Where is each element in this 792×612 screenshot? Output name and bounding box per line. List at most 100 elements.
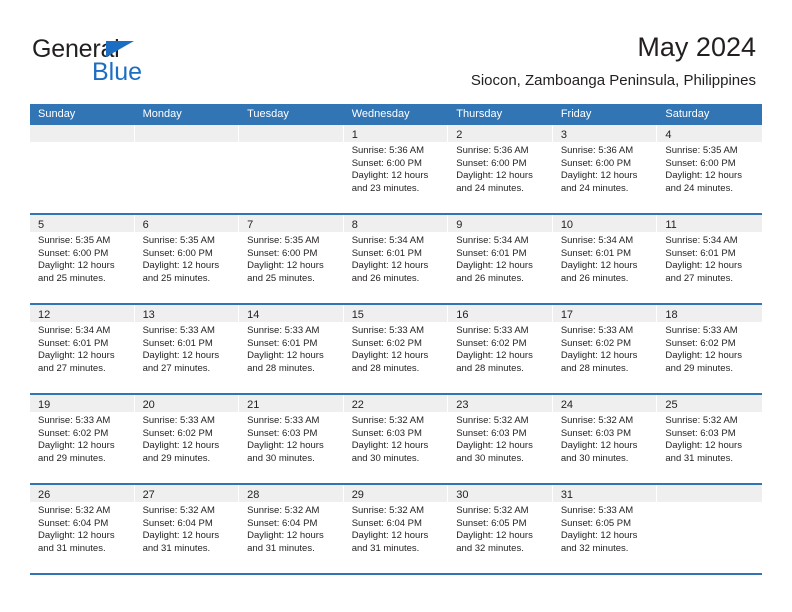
daylight-text: Daylight: 12 hours [560,350,638,362]
day-number-banner: 31 [552,485,657,502]
sunset-text: Sunset: 6:00 PM [142,247,213,259]
sunset-text: Sunset: 6:02 PM [560,337,632,349]
sunrise-text: Sunrise: 5:32 AM [456,505,529,516]
calendar-day-cell[interactable]: 7 Sunrise: 5:35 AM Sunset: 6:00 PM Daylight… [239,215,344,303]
day-detail-lines: Sunrise: 5:36 AM Sunset: 6:00 PM Daylight:… [448,142,552,195]
day-detail-lines: Sunrise: 5:32 AM Sunset: 6:04 PM Daylight:… [135,502,239,555]
calendar-day-cell[interactable]: 10 Sunrise: 5:34 AM Sunset: 6:01 PM Dayligh… [552,215,658,303]
day-detail-lines: Sunrise: 5:33 AM Sunset: 6:02 PM Daylight:… [657,322,762,375]
daylight-text: Daylight: 12 hours [142,260,220,272]
day-number-banner: 8 [343,215,448,232]
calendar-week-row: 26 Sunrise: 5:32 AM Sunset: 6:04 PM Dayligh… [30,483,762,573]
day-number-banner: 20 [134,395,239,412]
calendar-day-cell[interactable]: 17 Sunrise: 5:33 AM Sunset: 6:02 PM Dayligh… [552,305,658,393]
brand-logo[interactable]: General Blue [32,36,292,90]
daylight-text-cont: and 28 minutes. [456,362,524,374]
sunrise-text: Sunrise: 5:32 AM [351,415,425,426]
sunrise-text: Sunrise: 5:32 AM [38,505,111,516]
calendar-day-cell[interactable]: 3 Sunrise: 5:36 AM Sunset: 6:00 PM Daylight… [552,125,658,213]
calendar-day-cell[interactable]: 26 Sunrise: 5:32 AM Sunset: 6:04 PM Dayligh… [30,485,135,573]
calendar-day-cell[interactable]: 31 Sunrise: 5:33 AM Sunset: 6:05 PM Dayligh… [552,485,658,573]
calendar-day-cell[interactable]: 19 Sunrise: 5:33 AM Sunset: 6:02 PM Dayligh… [30,395,135,483]
sunrise-text: Sunrise: 5:35 AM [247,235,320,246]
daylight-text: Daylight: 12 hours [560,170,638,182]
day-number: 13 [142,309,155,321]
sunrise-text: Sunrise: 5:33 AM [560,505,634,516]
day-number: 3 [560,129,567,141]
sunrise-text: Sunrise: 5:33 AM [247,325,320,336]
calendar-day-cell[interactable]: 8 Sunrise: 5:34 AM Sunset: 6:01 PM Daylight… [343,215,449,303]
sunrise-text: Sunrise: 5:33 AM [247,415,320,426]
daylight-text-cont: and 25 minutes. [247,272,315,284]
calendar-day-cell[interactable]: 9 Sunrise: 5:34 AM Sunset: 6:01 PM Daylight… [448,215,553,303]
sunset-text: Sunset: 6:02 PM [38,427,109,439]
sunset-text: Sunset: 6:02 PM [142,427,213,439]
day-number-banner: 1 [343,125,448,142]
calendar-day-cell[interactable]: 4 Sunrise: 5:35 AM Sunset: 6:00 PM Daylight… [657,125,762,213]
daylight-text: Daylight: 12 hours [351,440,429,452]
day-number-banner: 27 [134,485,239,502]
daylight-text-cont: and 31 minutes. [142,542,211,554]
calendar-day-cell[interactable]: 24 Sunrise: 5:32 AM Sunset: 6:03 PM Dayligh… [552,395,658,483]
day-number: 1 [351,129,358,141]
daylight-text: Daylight: 12 hours [247,530,324,542]
day-detail-lines: Sunrise: 5:36 AM Sunset: 6:00 PM Daylight:… [344,142,448,195]
calendar-day-cell[interactable]: 12 Sunrise: 5:34 AM Sunset: 6:01 PM Dayligh… [30,305,135,393]
calendar-day-cell[interactable]: 25 Sunrise: 5:32 AM Sunset: 6:03 PM Dayligh… [657,395,762,483]
daylight-text: Daylight: 12 hours [351,170,429,182]
calendar-day-cell[interactable]: 21 Sunrise: 5:33 AM Sunset: 6:03 PM Dayligh… [239,395,344,483]
calendar-day-cell[interactable]: 16 Sunrise: 5:33 AM Sunset: 6:02 PM Dayligh… [448,305,553,393]
sunset-text: Sunset: 6:03 PM [351,427,422,439]
daylight-text: Daylight: 12 hours [456,260,533,272]
daylight-text: Daylight: 12 hours [247,350,324,362]
sunset-text: Sunset: 6:03 PM [456,427,527,439]
sunrise-text: Sunrise: 5:33 AM [38,415,111,426]
sunset-text: Sunset: 6:02 PM [351,337,422,349]
calendar-day-cell[interactable]: 2 Sunrise: 5:36 AM Sunset: 6:00 PM Daylight… [448,125,553,213]
calendar-page: General Blue May 2024 Siocon, Zamboanga … [0,0,792,612]
sunset-text: Sunset: 6:01 PM [456,247,527,259]
day-number-banner: 25 [657,395,762,412]
calendar-day-cell[interactable]: 28 Sunrise: 5:32 AM Sunset: 6:04 PM Dayligh… [239,485,344,573]
calendar-day-cell[interactable]: 22 Sunrise: 5:32 AM Sunset: 6:03 PM Dayligh… [343,395,449,483]
day-number-banner [134,125,239,142]
calendar-day-cell[interactable]: 30 Sunrise: 5:32 AM Sunset: 6:05 PM Dayligh… [448,485,553,573]
calendar-day-cell[interactable]: 29 Sunrise: 5:32 AM Sunset: 6:04 PM Dayligh… [343,485,449,573]
calendar-day-cell[interactable]: 6 Sunrise: 5:35 AM Sunset: 6:00 PM Daylight… [134,215,240,303]
calendar-day-cell[interactable]: 15 Sunrise: 5:33 AM Sunset: 6:02 PM Dayligh… [343,305,449,393]
calendar-day-cell[interactable]: 18 Sunrise: 5:33 AM Sunset: 6:02 PM Dayligh… [657,305,762,393]
day-number: 5 [38,219,45,231]
day-number: 10 [560,219,574,231]
calendar-day-cell[interactable]: 14 Sunrise: 5:33 AM Sunset: 6:01 PM Dayligh… [239,305,344,393]
grid-bottom-rule [30,573,762,575]
day-detail-lines: Sunrise: 5:32 AM Sunset: 6:05 PM Daylight:… [448,502,552,555]
day-number: 16 [456,309,469,321]
sunset-text: Sunset: 6:03 PM [247,427,318,439]
sunset-text: Sunset: 6:00 PM [351,157,422,169]
day-number: 4 [665,129,672,141]
day-detail-lines: Sunrise: 5:33 AM Sunset: 6:02 PM Daylight:… [448,322,552,375]
day-number: 27 [142,489,155,501]
calendar-day-cell[interactable]: 11 Sunrise: 5:34 AM Sunset: 6:01 PM Dayligh… [657,215,762,303]
daylight-text: Daylight: 12 hours [456,440,533,452]
sunrise-text: Sunrise: 5:32 AM [142,505,215,516]
calendar-day-cell[interactable]: 20 Sunrise: 5:33 AM Sunset: 6:02 PM Dayligh… [134,395,240,483]
calendar-day-cell-empty [134,125,240,213]
calendar-day-cell[interactable]: 5 Sunrise: 5:35 AM Sunset: 6:00 PM Daylight… [30,215,135,303]
brand-name-blue: Blue [92,58,143,86]
day-detail-lines: Sunrise: 5:34 AM Sunset: 6:01 PM Daylight:… [448,232,552,285]
daylight-text-cont: and 31 minutes. [665,452,733,464]
calendar-day-cell[interactable]: 1 Sunrise: 5:36 AM Sunset: 6:00 PM Daylight… [343,125,449,213]
daylight-text: Daylight: 12 hours [560,260,638,272]
sunset-text: Sunset: 6:00 PM [665,157,736,169]
daylight-text: Daylight: 12 hours [38,350,115,362]
calendar-grid: Sunday Monday Tuesday Wednesday Thursday… [30,104,762,575]
calendar-day-cell[interactable]: 27 Sunrise: 5:32 AM Sunset: 6:04 PM Dayligh… [134,485,240,573]
calendar-day-cell[interactable]: 23 Sunrise: 5:32 AM Sunset: 6:03 PM Dayligh… [448,395,553,483]
weekday-sunday: Sunday [38,108,76,120]
sunset-text: Sunset: 6:01 PM [665,247,736,259]
day-number: 21 [247,399,260,411]
sunrise-text: Sunrise: 5:34 AM [456,235,529,246]
sunset-text: Sunset: 6:01 PM [38,337,109,349]
calendar-day-cell[interactable]: 13 Sunrise: 5:33 AM Sunset: 6:01 PM Dayligh… [134,305,240,393]
